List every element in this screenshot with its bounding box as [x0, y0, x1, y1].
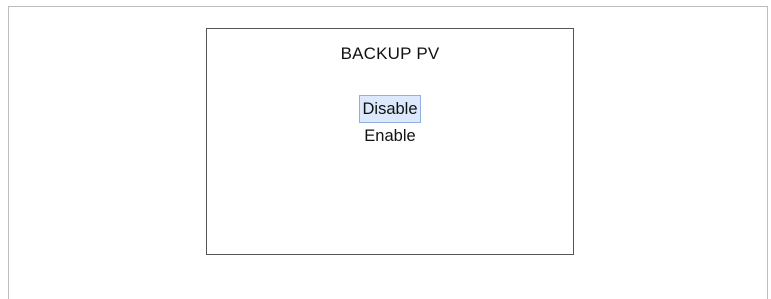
screen: BACKUP PV Disable Enable — [0, 0, 771, 299]
option-list: Disable Enable — [207, 95, 573, 150]
option-enable[interactable]: Enable — [361, 122, 418, 150]
backup-pv-dialog: BACKUP PV Disable Enable — [206, 28, 574, 255]
option-disable[interactable]: Disable — [359, 95, 421, 123]
dialog-title: BACKUP PV — [340, 44, 440, 63]
